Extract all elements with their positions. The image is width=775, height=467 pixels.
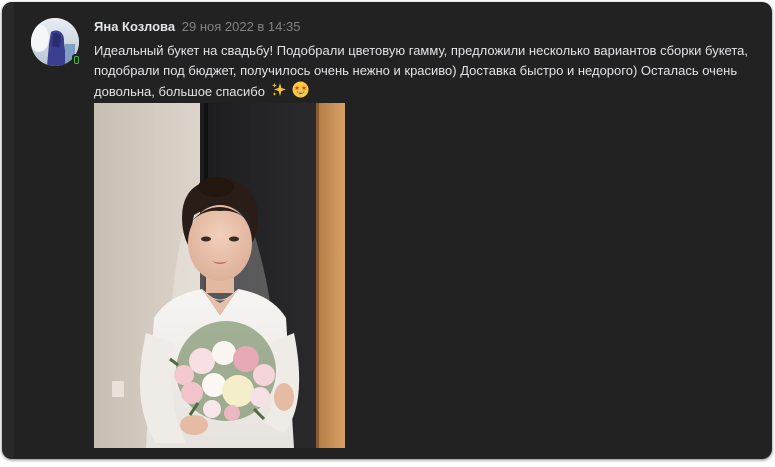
author-name[interactable]: Яна Козлова xyxy=(94,19,175,34)
attached-photo[interactable] xyxy=(94,103,345,448)
comment-date[interactable]: 29 ноя 2022 в 14:35 xyxy=(182,19,301,34)
online-mobile-icon xyxy=(72,54,80,66)
comment-card: Яна Козлова 29 ноя 2022 в 14:35 Идеальны… xyxy=(2,2,772,459)
sparkles-icon xyxy=(271,82,287,104)
star-struck-face-icon xyxy=(292,81,309,104)
comment-text: Идеальный букет на свадьбу! Подобрали цв… xyxy=(94,41,764,104)
comment-body: Идеальный букет на свадьбу! Подобрали цв… xyxy=(94,43,748,99)
left-edge xyxy=(2,2,14,459)
author-avatar-wrap[interactable] xyxy=(31,18,80,66)
screenshot-frame: Яна Козлова 29 ноя 2022 в 14:35 Идеальны… xyxy=(0,0,775,467)
comment-header: Яна Козлова 29 ноя 2022 в 14:35 xyxy=(94,19,300,35)
